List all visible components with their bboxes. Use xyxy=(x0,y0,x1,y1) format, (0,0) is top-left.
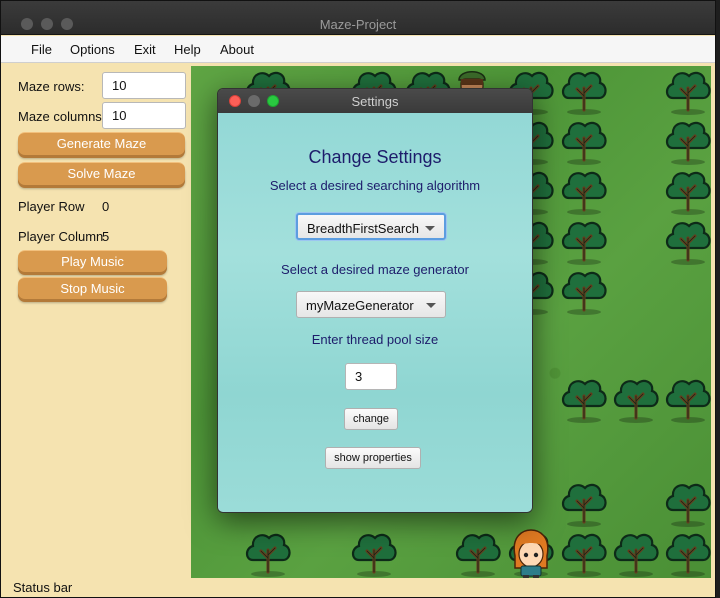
tree-icon xyxy=(559,376,609,424)
player-column-label: Player Column xyxy=(18,229,104,244)
tree-icon xyxy=(611,376,661,424)
maze-generator-combo[interactable]: myMazeGenerator xyxy=(296,291,446,318)
thread-pool-prompt: Enter thread pool size xyxy=(311,332,439,347)
show-properties-button[interactable]: show properties xyxy=(325,447,421,469)
search-algorithm-prompt: Select a desired searching algorithm xyxy=(269,178,481,193)
maze-generator-prompt: Select a desired maze generator xyxy=(281,262,469,277)
chevron-down-icon xyxy=(425,226,435,231)
tree-icon xyxy=(559,530,609,578)
stop-music-button[interactable]: Stop Music xyxy=(18,277,167,299)
tree-icon xyxy=(611,530,661,578)
tree-icon xyxy=(559,118,609,166)
tree-icon xyxy=(663,68,711,116)
tree-icon xyxy=(559,68,609,116)
settings-title-bar: Settings xyxy=(218,89,532,113)
change-button[interactable]: change xyxy=(344,408,398,430)
maze-rows-label: Maze rows: xyxy=(18,79,85,94)
tree-icon xyxy=(663,218,711,266)
title-bar: Maze-Project xyxy=(1,1,715,35)
tree-icon xyxy=(349,530,399,578)
menu-help[interactable]: Help xyxy=(174,42,201,57)
player-row-value: 0 xyxy=(102,199,110,214)
tree-icon xyxy=(559,218,609,266)
search-algorithm-value: BreadthFirstSearch xyxy=(307,221,419,236)
search-algorithm-select[interactable]: BreadthFirstSearch xyxy=(296,213,446,240)
status-bar: Status bar xyxy=(13,580,73,595)
player-row-label: Player Row xyxy=(18,199,85,214)
tree-icon xyxy=(663,530,711,578)
window-title: Maze-Project xyxy=(319,17,397,32)
menu-about[interactable]: About xyxy=(220,42,254,57)
menu-options[interactable]: Options xyxy=(70,42,115,57)
thread-pool-input[interactable]: 3 xyxy=(345,363,397,390)
tree-icon xyxy=(663,376,711,424)
tree-icon xyxy=(663,480,711,528)
play-music-button[interactable]: Play Music xyxy=(18,250,167,272)
menu-bar: File Options Exit Help About xyxy=(1,36,715,63)
maze-rows-input[interactable]: 10 xyxy=(102,72,186,99)
tree-icon xyxy=(243,530,293,578)
player-column-value: 5 xyxy=(102,229,110,244)
menu-file[interactable]: File xyxy=(31,42,52,57)
menu-exit[interactable]: Exit xyxy=(134,42,156,57)
tree-icon xyxy=(663,168,711,216)
generate-maze-button[interactable]: Generate Maze xyxy=(18,132,185,155)
tree-icon xyxy=(559,268,609,316)
settings-heading: Change Settings xyxy=(308,147,442,167)
player-character-icon xyxy=(513,529,549,578)
tree-icon xyxy=(559,168,609,216)
maze-columns-input[interactable]: 10 xyxy=(102,102,186,129)
tree-icon xyxy=(663,118,711,166)
tree-icon xyxy=(453,530,503,578)
tree-icon xyxy=(559,480,609,528)
chevron-down-icon xyxy=(426,303,436,308)
solve-maze-button[interactable]: Solve Maze xyxy=(18,162,185,185)
dialog-title: Settings xyxy=(351,94,399,109)
maze-columns-label: Maze columns: xyxy=(18,109,106,124)
maze-generator-value: myMazeGenerator xyxy=(306,298,414,313)
